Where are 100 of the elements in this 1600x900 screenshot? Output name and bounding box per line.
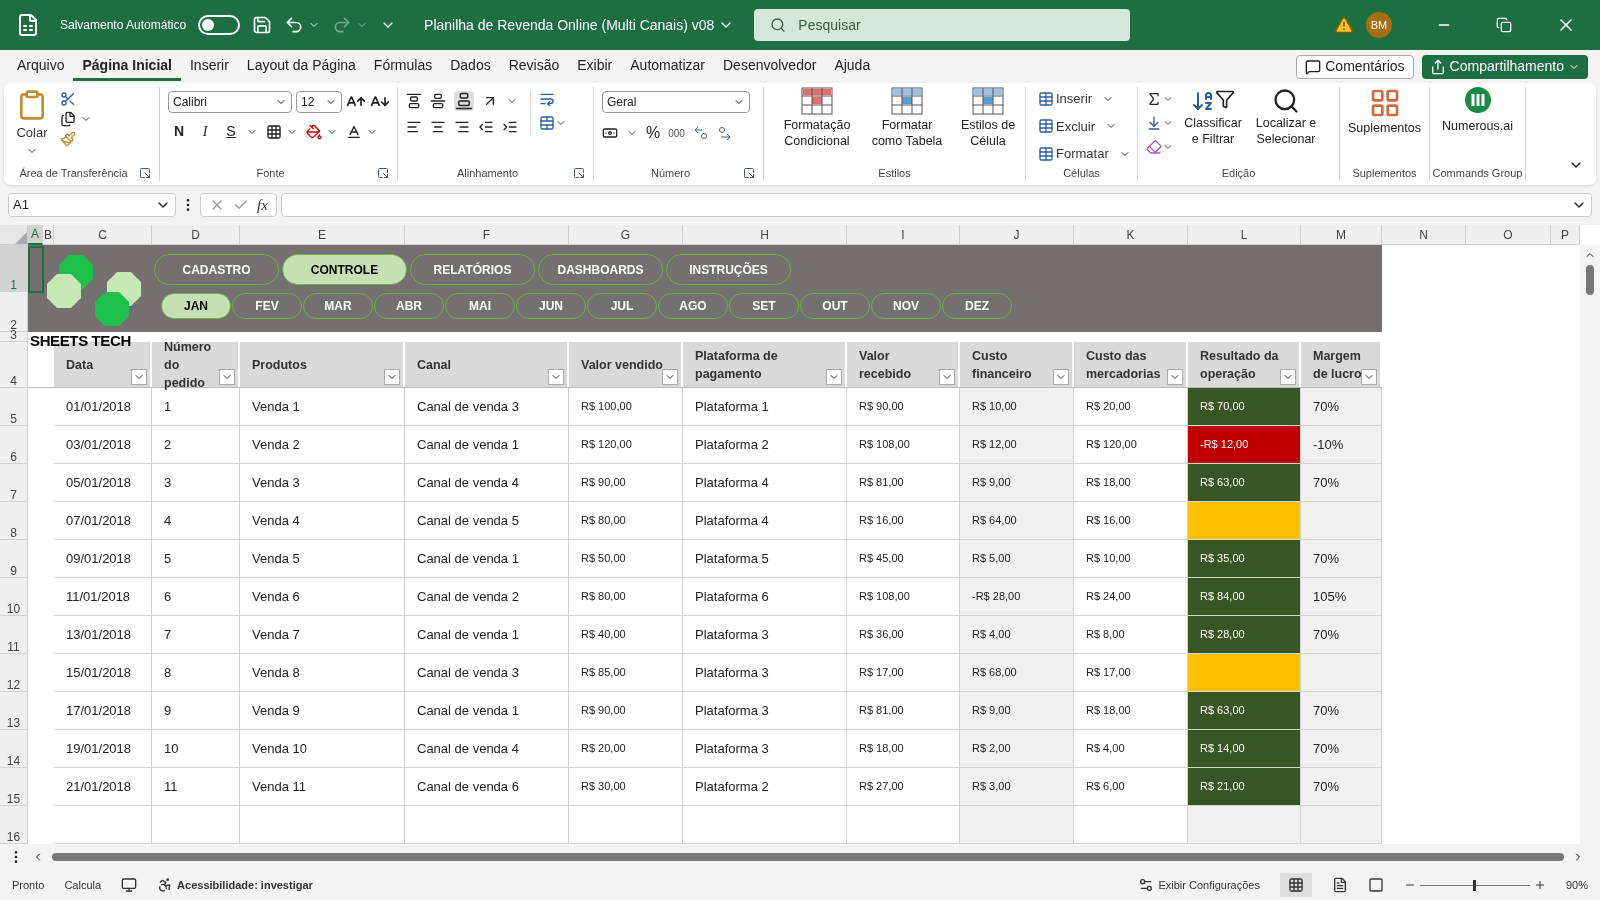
page-break-icon[interactable] [1367, 877, 1384, 893]
insert-function-button[interactable]: fx [257, 193, 268, 217]
column-header[interactable]: H [683, 225, 847, 245]
row-header[interactable]: 8 [0, 502, 28, 540]
ribbon-tab[interactable]: Exibir [568, 52, 622, 81]
search-field[interactable]: Pesquisar [754, 9, 1131, 41]
styles-button[interactable]: Formatação Condicional [772, 87, 862, 149]
find-select-button[interactable]: Localizar e Selecionar [1252, 87, 1320, 155]
zoom-in-icon[interactable] [1533, 879, 1546, 891]
font-color-icon[interactable] [346, 123, 362, 140]
filter-dropdown[interactable] [219, 369, 235, 385]
wrap-text-icon[interactable] [539, 91, 555, 107]
filter-dropdown[interactable] [1361, 369, 1377, 385]
row-header[interactable]: 1 [0, 245, 28, 292]
cells-button[interactable]: Inserir [1034, 87, 1135, 111]
ribbon-tab[interactable]: Ajuda [825, 52, 880, 81]
nav-button[interactable]: CONTROLE [282, 254, 407, 285]
row-header[interactable]: 10 [0, 578, 28, 616]
align-left-icon[interactable] [406, 119, 422, 135]
styles-button[interactable]: Formatar como Tabela [862, 87, 952, 149]
decrease-indent-icon[interactable] [478, 119, 494, 135]
monitor-icon[interactable] [121, 877, 138, 893]
row-header[interactable]: 12 [0, 654, 28, 692]
row-header[interactable]: 7 [0, 464, 28, 502]
save-icon[interactable] [252, 15, 273, 35]
ribbon-tab[interactable]: Página Inicial [73, 52, 181, 81]
display-settings-button[interactable]: Exibir Configurações [1138, 876, 1260, 894]
ribbon-tab[interactable]: Arquivo [8, 52, 74, 81]
autosum-icon[interactable] [1146, 91, 1162, 107]
user-avatar[interactable]: BM [1366, 12, 1392, 38]
column-header[interactable]: I [847, 225, 960, 245]
align-bottom-icon[interactable] [454, 91, 474, 111]
row-header[interactable]: 14 [0, 730, 28, 768]
ribbon-tab[interactable]: Desenvolvedor [714, 52, 826, 81]
font-size-select[interactable]: 12 [296, 91, 342, 113]
filter-dropdown[interactable] [826, 369, 842, 385]
column-header[interactable]: D [152, 225, 240, 245]
row-header[interactable]: 9 [0, 540, 28, 578]
warning-icon[interactable] [1334, 15, 1354, 35]
numerous-button[interactable]: Numerous.ai [1438, 87, 1517, 136]
align-middle-icon[interactable] [430, 93, 446, 109]
share-button[interactable]: Compartilhamento [1421, 54, 1588, 79]
month-tab[interactable]: JAN [161, 293, 231, 319]
comments-button[interactable]: Comentários [1296, 54, 1414, 79]
decrease-decimal-icon[interactable] [716, 126, 733, 140]
ribbon-tab[interactable]: Revisão [499, 52, 569, 81]
normal-view-button[interactable] [1279, 873, 1312, 897]
accessibility-button[interactable]: Acessibilidade: investigar [157, 876, 313, 894]
copy-icon[interactable] [60, 111, 76, 127]
column-header[interactable]: F [405, 225, 569, 245]
scrollbar-thumb[interactable] [52, 853, 1564, 861]
bold-button[interactable]: N [168, 121, 190, 142]
percent-button[interactable]: % [646, 121, 661, 145]
column-header[interactable]: J [960, 225, 1074, 245]
vertical-scrollbar[interactable] [1580, 245, 1600, 844]
row-header[interactable]: 4 [0, 342, 28, 388]
column-header[interactable]: K [1074, 225, 1188, 245]
column-header[interactable]: M [1301, 225, 1382, 245]
italic-button[interactable]: I [194, 121, 216, 142]
dialog-launcher-icon[interactable] [743, 167, 755, 179]
fill-color-icon[interactable] [306, 123, 322, 140]
row-header[interactable]: 15 [0, 768, 28, 806]
column-header[interactable]: E [240, 225, 405, 245]
row-header[interactable]: 16 [0, 806, 28, 844]
filter-dropdown[interactable] [939, 369, 955, 385]
fill-down-icon[interactable] [1146, 115, 1162, 131]
filter-dropdown[interactable] [1053, 369, 1069, 385]
zoom-level[interactable]: 90% [1565, 876, 1588, 894]
increase-decimal-icon[interactable] [692, 126, 709, 140]
column-header[interactable]: G [569, 225, 683, 245]
align-right-icon[interactable] [454, 119, 470, 135]
underline-button[interactable]: S [220, 121, 242, 142]
sort-filter-button[interactable]: Classificar e Filtrar [1182, 87, 1244, 155]
font-name-select[interactable]: Calibri [168, 91, 292, 113]
row-header[interactable]: 5 [0, 388, 28, 426]
ribbon-tab[interactable]: Layout da Página [237, 52, 365, 81]
filter-dropdown[interactable] [548, 369, 564, 385]
cells-button[interactable]: Excluir [1034, 114, 1135, 138]
scrollbar-thumb[interactable] [1586, 265, 1594, 295]
zoom-slider[interactable] [1419, 879, 1530, 891]
row-header[interactable]: 3 [0, 332, 28, 342]
dialog-launcher-icon[interactable] [139, 167, 151, 179]
column-header[interactable]: P [1551, 225, 1580, 245]
increase-indent-icon[interactable] [502, 119, 518, 135]
filter-dropdown[interactable] [1167, 369, 1183, 385]
addins-button[interactable]: Suplementos [1348, 87, 1421, 138]
autosave-toggle[interactable] [198, 15, 241, 35]
name-box[interactable]: A1 [8, 193, 176, 217]
eraser-icon[interactable] [1146, 139, 1162, 155]
align-top-icon[interactable] [406, 93, 422, 109]
formula-field[interactable] [280, 193, 1592, 217]
page-layout-icon[interactable] [1331, 877, 1348, 893]
row-header[interactable]: 6 [0, 426, 28, 464]
column-header[interactable]: L [1188, 225, 1301, 245]
dialog-launcher-icon[interactable] [377, 167, 389, 179]
styles-button[interactable]: Estilos de Célula [952, 87, 1024, 149]
merge-cells-icon[interactable] [539, 115, 555, 131]
zoom-thumb[interactable] [1473, 879, 1477, 891]
filter-dropdown[interactable] [384, 369, 400, 385]
row-header[interactable]: 13 [0, 692, 28, 730]
